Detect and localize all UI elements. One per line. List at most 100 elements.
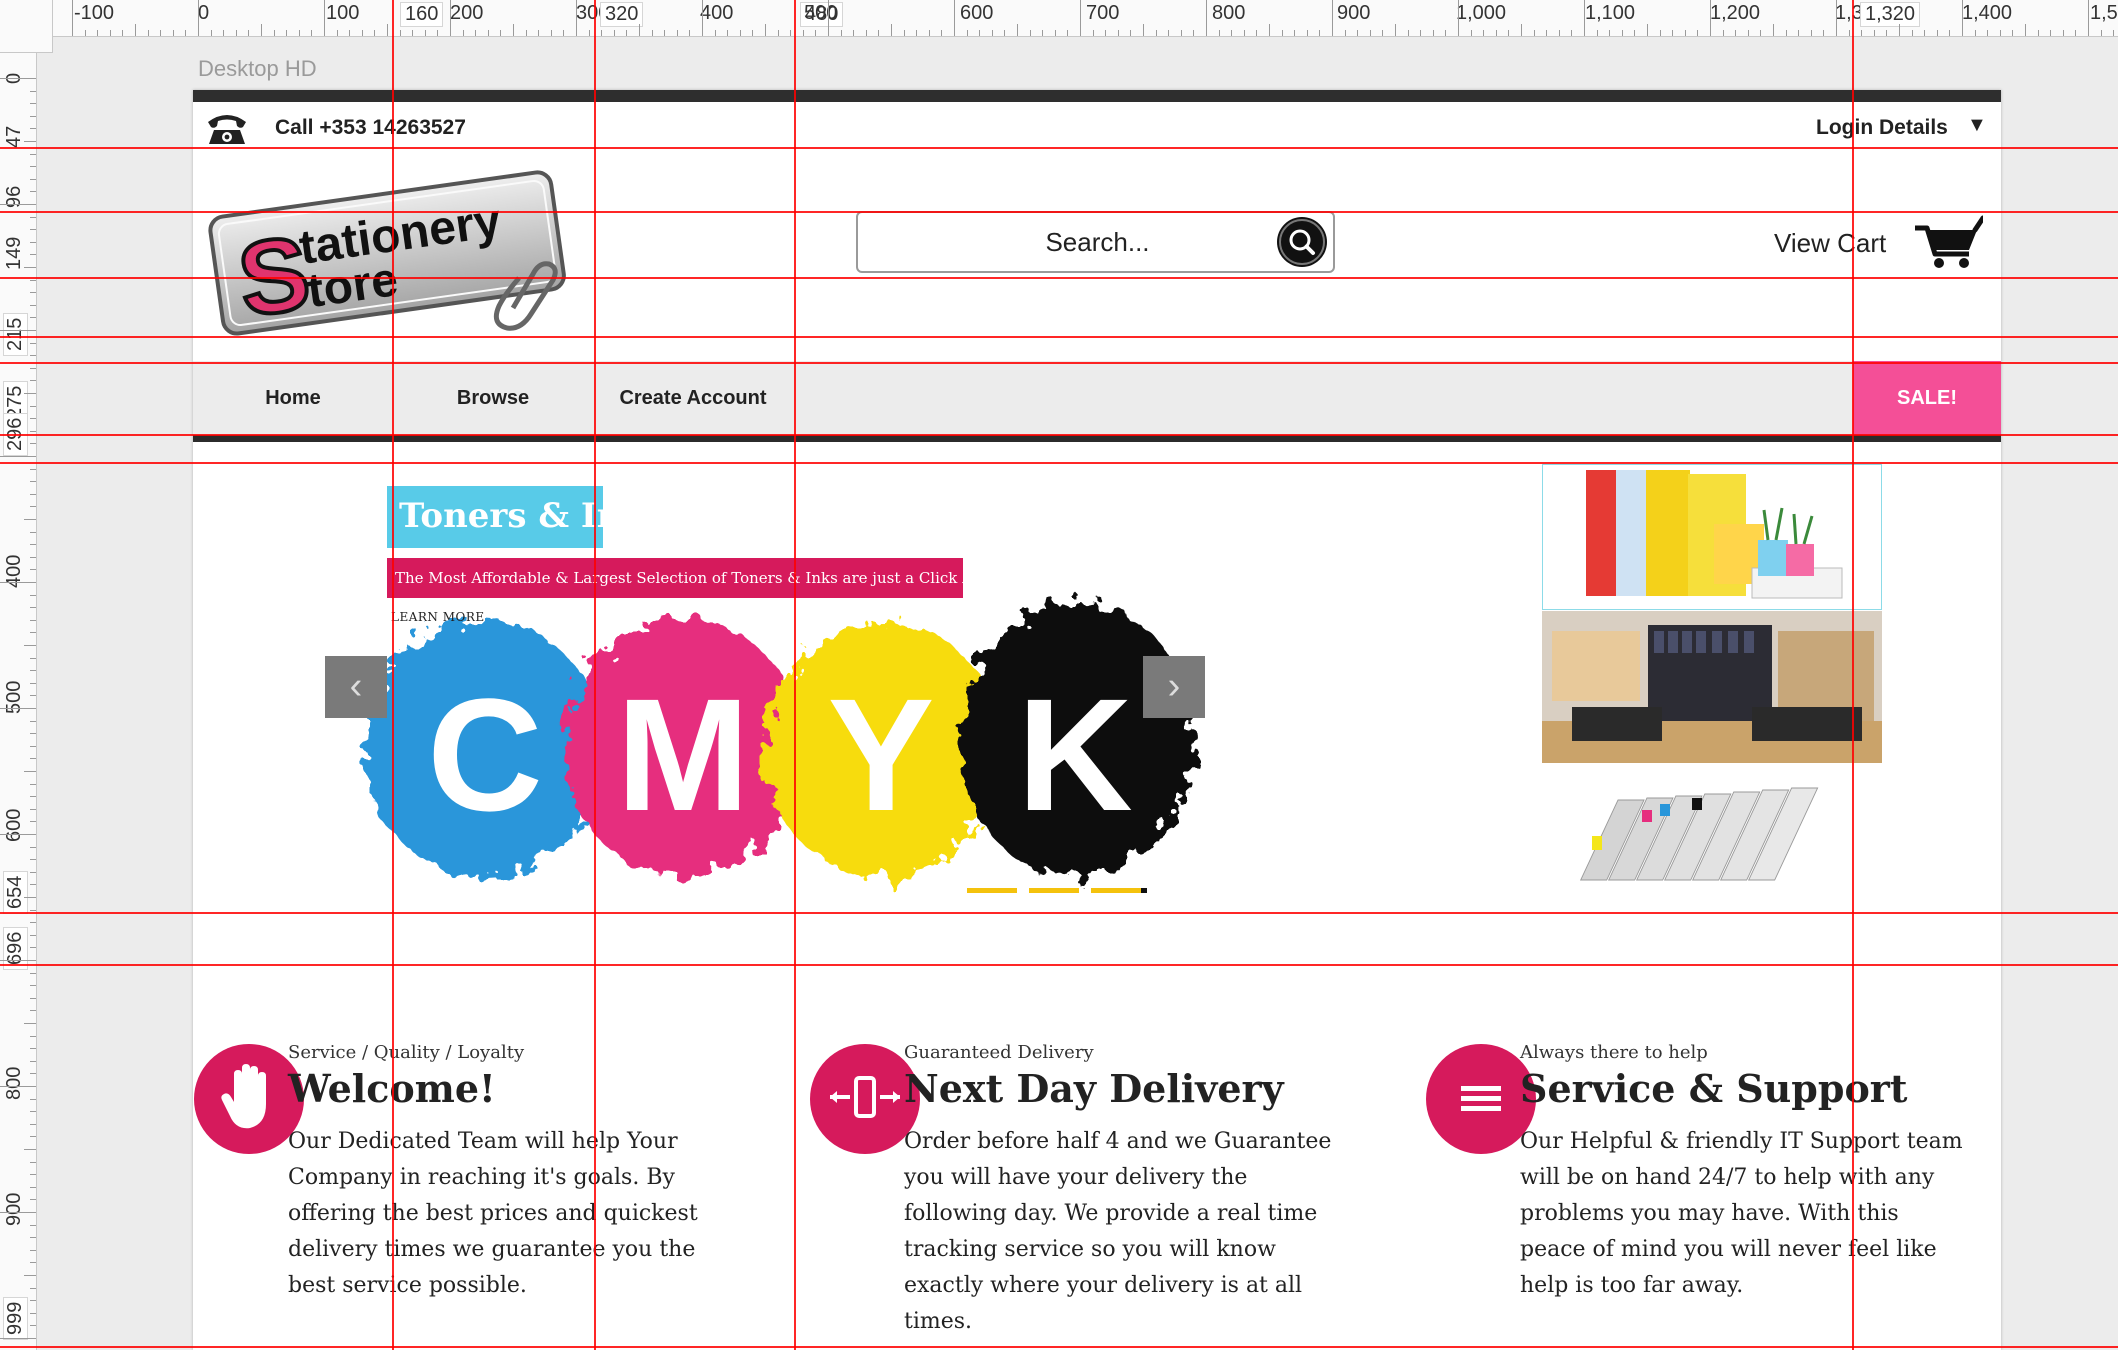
delivery-title: Next Day Delivery: [904, 1066, 1284, 1111]
guide-vertical[interactable]: [594, 0, 596, 1350]
ruler-left-label: 900: [3, 1192, 25, 1226]
view-cart-link[interactable]: View Cart: [1774, 228, 1886, 259]
guide-horizontal[interactable]: [0, 147, 2118, 149]
ruler-tick: [30, 1174, 36, 1175]
dropdown-arrow-icon[interactable]: ▼: [1967, 114, 1987, 137]
ruler-tick: [614, 30, 615, 36]
ruler-tick: [30, 481, 36, 482]
ruler-tick: [866, 30, 867, 36]
shopping-cart-icon[interactable]: [1913, 214, 1983, 270]
search-placeholder: Search...: [1045, 227, 1150, 257]
ruler-tick: [488, 30, 489, 36]
nav-item-create-account[interactable]: Create Account: [593, 361, 793, 435]
search-button[interactable]: [1277, 217, 1327, 267]
ruler-tick: [1382, 30, 1383, 36]
ruler-top-label: 200: [450, 2, 484, 24]
ruler-tick: [551, 30, 552, 36]
ruler-tick: [1710, 0, 1711, 36]
ruler-tick: [30, 821, 36, 822]
ruler-tick: [30, 532, 36, 533]
ruler-tick: [1987, 30, 1988, 36]
slider-dot[interactable]: [967, 888, 1017, 893]
guide-horizontal[interactable]: [0, 336, 2118, 338]
guide-horizontal[interactable]: [0, 211, 2118, 213]
guide-horizontal[interactable]: [0, 277, 2118, 279]
ruler-tick: [311, 30, 312, 36]
ruler-tick: [30, 1325, 36, 1326]
stationery-store-logo[interactable]: S tationery tore: [201, 168, 573, 336]
ruler-tick: [30, 1250, 36, 1251]
search-input[interactable]: Search...: [856, 211, 1335, 273]
artboard[interactable]: Call +353 14263527 Login Details ▼ S tat…: [193, 90, 2001, 1350]
ruler-tick: [664, 30, 665, 36]
learn-more-link[interactable]: LEARN MORE: [391, 610, 485, 624]
ruler-tick: [1723, 30, 1724, 36]
artboard-label[interactable]: Desktop HD: [198, 56, 317, 82]
ruler-tick: [1899, 24, 1900, 36]
ruler-tick: [1798, 30, 1799, 36]
guide-vertical[interactable]: [392, 0, 394, 1350]
login-details-link[interactable]: Login Details: [1816, 116, 1948, 140]
ruler-tick: [437, 30, 438, 36]
ruler-tick: [1445, 30, 1446, 36]
guide-horizontal[interactable]: [0, 912, 2118, 914]
ruler-tick: [1622, 30, 1623, 36]
telephone-icon: [208, 115, 246, 144]
ruler-top-label: 100: [326, 2, 360, 24]
ruler-tick: [1735, 30, 1736, 36]
office-room-image[interactable]: [1542, 611, 1882, 763]
hero-subtitle: The Most Affordable & Largest Selection …: [395, 569, 1003, 587]
phone-number[interactable]: Call +353 14263527: [275, 116, 466, 140]
nav-item-home[interactable]: Home: [193, 361, 393, 435]
ruler-left-label: 800: [3, 1066, 25, 1100]
ruler-top-label: 500: [804, 2, 838, 24]
ruler-tick: [1231, 30, 1232, 36]
ruler-tick: [30, 658, 36, 659]
ruler-tick: [652, 30, 653, 36]
ruler-tick: [299, 30, 300, 36]
ruler-tick: [30, 733, 36, 734]
guide-vertical[interactable]: [794, 0, 796, 1350]
ruler-tick: [1546, 30, 1547, 36]
ruler-tick: [538, 30, 539, 36]
ruler-tick: [24, 1149, 36, 1150]
slider-prev-button[interactable]: ‹: [325, 656, 387, 718]
ruler-left-label: 47: [3, 125, 25, 148]
delivery-kicker: Guaranteed Delivery: [904, 1042, 1094, 1063]
ruler-tick: [1823, 30, 1824, 36]
ruler-corner: [0, 0, 53, 53]
ruler-tick: [1143, 24, 1144, 36]
ruler-tick: [0, 1338, 36, 1339]
ruler-tick: [30, 469, 36, 470]
ruler-tick: [1395, 24, 1396, 36]
ruler-tick: [30, 355, 36, 356]
ruler-tick: [30, 544, 36, 545]
ruler-tick: [185, 30, 186, 36]
ruler-tick: [1647, 24, 1648, 36]
ruler-tick: [904, 30, 905, 36]
guide-horizontal[interactable]: [0, 964, 2118, 966]
guide-horizontal[interactable]: [0, 434, 2118, 436]
ruler-tick: [1836, 0, 1837, 36]
office-supplies-image[interactable]: [1542, 464, 1882, 610]
ruler-tick: [475, 30, 476, 36]
slider-dot-active[interactable]: [1091, 888, 1147, 893]
ink-cartridges-image[interactable]: [1542, 770, 1882, 905]
slider-dot[interactable]: [1029, 888, 1079, 893]
nav-item-sale[interactable]: SALE!: [1853, 361, 2001, 435]
ruler-tick: [30, 1187, 36, 1188]
hero-letter-m: M: [616, 665, 749, 844]
ruler-tick: [30, 758, 36, 759]
ruler-tick: [173, 30, 174, 36]
slider-next-button[interactable]: ›: [1143, 656, 1205, 718]
guide-horizontal[interactable]: [0, 362, 2118, 364]
guide-horizontal[interactable]: [0, 462, 2118, 464]
ruler-top-label: 700: [1086, 2, 1120, 24]
guide-vertical[interactable]: [1852, 0, 1854, 1350]
nav-item-browse[interactable]: Browse: [393, 361, 593, 435]
ruler-tick: [30, 191, 36, 192]
ruler-tick: [24, 141, 36, 142]
ruler-tick: [1017, 24, 1018, 36]
ruler-tick: [30, 796, 36, 797]
guide-horizontal[interactable]: [0, 1346, 2118, 1348]
